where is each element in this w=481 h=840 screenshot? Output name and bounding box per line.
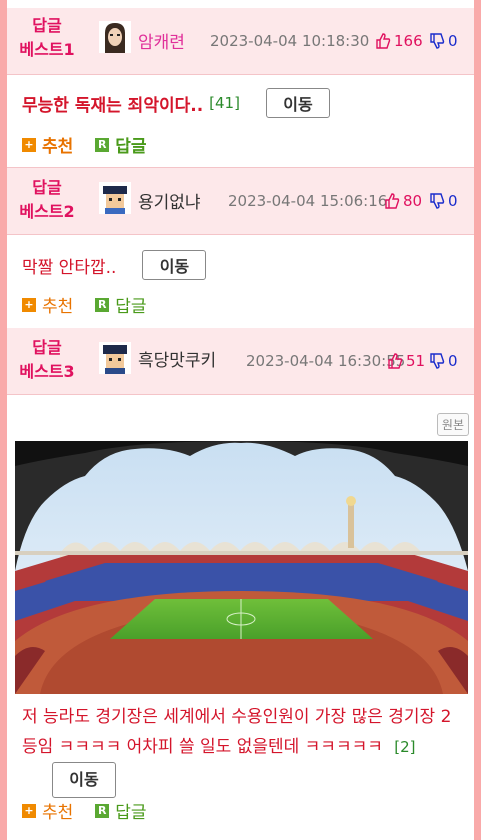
dislike-button[interactable]: 0 xyxy=(429,352,458,370)
reply-r-icon: R xyxy=(95,137,110,152)
reply-content: 무능한 독재는 죄악이다.. [41] 이동 xyxy=(22,88,330,118)
like-button[interactable]: 80 xyxy=(384,192,422,210)
best-reply-header: 답글 베스트3 흑당맛쿠키 2023-04-04 16:30:55 51 0 xyxy=(7,328,474,395)
rank-line-1: 답글 xyxy=(32,338,62,357)
like-button[interactable]: 166 xyxy=(375,32,423,50)
nickname[interactable]: 암캐련 xyxy=(138,28,185,53)
dislike-count: 0 xyxy=(448,32,458,50)
rank-label: 답글 베스트2 xyxy=(7,176,87,224)
dislike-button[interactable]: 0 xyxy=(429,32,458,50)
reply-text[interactable]: 막짤 안타깝.. xyxy=(22,253,116,278)
nickname[interactable]: 흑당맛쿠키 xyxy=(138,346,216,371)
reply-actions: + 추천 R 답글 xyxy=(22,292,147,317)
recommend-button[interactable]: + 추천 xyxy=(22,292,73,317)
reply-text[interactable]: 저 능라도 경기장은 세계에서 수용인원이 가장 많은 경기장 2등임 ㅋㅋㅋㅋ… xyxy=(22,707,451,757)
recommend-button[interactable]: + 추천 xyxy=(22,798,73,823)
rank-line-1: 답글 xyxy=(32,16,62,35)
original-image-button[interactable]: 원본 xyxy=(436,413,469,436)
thumbs-down-icon xyxy=(430,353,445,369)
reply-actions: + 추천 R 답글 xyxy=(22,798,147,823)
thumbs-down-icon xyxy=(430,193,445,209)
reply-button[interactable]: R 답글 xyxy=(95,798,147,823)
comment-count[interactable]: [41] xyxy=(209,94,240,112)
reply-actions: + 추천 R 답글 xyxy=(22,132,147,157)
dislike-count: 0 xyxy=(448,352,458,370)
plus-icon: + xyxy=(22,803,36,818)
post-date: 2023-04-04 16:30:55 xyxy=(246,352,406,370)
move-button[interactable]: 이동 xyxy=(52,762,116,798)
reply-body: 저 능라도 경기장은 세계에서 수용인원이 가장 많은 경기장 2등임 ㅋㅋㅋㅋ… xyxy=(22,702,467,798)
reply-label: 답글 xyxy=(115,803,147,823)
comment-count[interactable]: [2] xyxy=(394,738,415,756)
thumbs-up-icon xyxy=(388,353,403,369)
dislike-count: 0 xyxy=(448,192,458,210)
rank-label: 답글 베스트3 xyxy=(7,336,87,384)
stadium-photo[interactable] xyxy=(15,441,468,694)
like-button[interactable]: 51 xyxy=(387,352,425,370)
rank-line-2: 베스트2 xyxy=(19,202,75,221)
move-button[interactable]: 이동 xyxy=(142,250,207,280)
best-reply-1: 답글 베스트1 암캐련 2023-04-04 10:18:30 166 0 무능… xyxy=(7,0,474,167)
avatar[interactable] xyxy=(99,21,131,53)
reply-button[interactable]: R 답글 xyxy=(95,292,147,317)
best-reply-2: 답글 베스트2 용기없냐 2023-04-04 15:06:16 80 0 막짤… xyxy=(7,168,474,326)
recommend-button[interactable]: + 추천 xyxy=(22,132,73,157)
rank-line-2: 베스트1 xyxy=(19,40,75,59)
reply-label: 답글 xyxy=(115,297,147,317)
like-count: 80 xyxy=(403,192,423,210)
rank-line-1: 답글 xyxy=(32,178,62,197)
move-button[interactable]: 이동 xyxy=(265,88,330,118)
rank-label: 답글 베스트1 xyxy=(7,14,87,62)
thumbs-up-icon xyxy=(376,33,391,49)
post-date: 2023-04-04 15:06:16 xyxy=(228,192,388,210)
thumbs-up-icon xyxy=(385,193,400,209)
reply-r-icon: R xyxy=(95,297,110,312)
reply-content: 막짤 안타깝.. 이동 xyxy=(22,250,207,280)
avatar[interactable] xyxy=(99,342,131,374)
plus-icon: + xyxy=(22,297,36,312)
recommend-label: 추천 xyxy=(42,297,74,317)
best-reply-header: 답글 베스트1 암캐련 2023-04-04 10:18:30 166 0 xyxy=(7,8,474,75)
reply-label: 답글 xyxy=(115,137,147,157)
reply-text[interactable]: 무능한 독재는 죄악이다.. xyxy=(22,91,203,116)
reply-button[interactable]: R 답글 xyxy=(95,132,147,157)
dislike-button[interactable]: 0 xyxy=(429,192,458,210)
thumbs-down-icon xyxy=(430,33,445,49)
nickname[interactable]: 용기없냐 xyxy=(138,188,201,213)
best-reply-header: 답글 베스트2 용기없냐 2023-04-04 15:06:16 80 0 xyxy=(7,168,474,235)
recommend-label: 추천 xyxy=(42,803,74,823)
like-count: 51 xyxy=(406,352,426,370)
recommend-label: 추천 xyxy=(42,137,74,157)
plus-icon: + xyxy=(22,137,36,152)
like-count: 166 xyxy=(394,32,423,50)
avatar[interactable] xyxy=(99,182,131,214)
reply-r-icon: R xyxy=(95,803,110,818)
post-date: 2023-04-04 10:18:30 xyxy=(210,32,370,50)
rank-line-2: 베스트3 xyxy=(19,362,75,381)
